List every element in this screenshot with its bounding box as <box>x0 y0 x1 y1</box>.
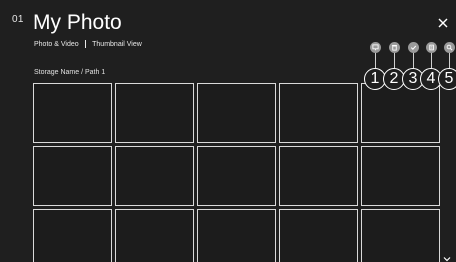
callout-5: 5 <box>438 68 456 90</box>
thumbnail[interactable] <box>115 83 194 143</box>
my-photo-screen: 01 My Photo Photo & Video Thumbnail View… <box>0 0 456 262</box>
thumbnail[interactable] <box>197 209 276 262</box>
scroll-down-button[interactable] <box>442 250 452 262</box>
sub-nav: Photo & Video Thumbnail View <box>34 40 142 48</box>
view-label[interactable]: Thumbnail View <box>92 41 142 48</box>
thumbnail[interactable] <box>279 209 358 262</box>
thumbnail[interactable] <box>197 146 276 206</box>
copy-icon <box>429 44 434 51</box>
thumbnail[interactable] <box>197 83 276 143</box>
separator <box>84 40 87 48</box>
step-number: 01 <box>12 14 24 25</box>
storage-path: Storage Name / Path 1 <box>34 69 106 76</box>
delete-button[interactable] <box>389 42 400 53</box>
thumbnail[interactable] <box>33 146 112 206</box>
thumbnail-grid <box>33 83 440 262</box>
close-button[interactable] <box>436 16 450 30</box>
thumbnail[interactable] <box>33 209 112 262</box>
thumbnail[interactable] <box>361 83 440 143</box>
callout-leader <box>375 53 376 68</box>
check-icon <box>410 45 417 51</box>
chevron-down-icon <box>443 257 451 262</box>
thumbnail[interactable] <box>361 209 440 262</box>
thumbnail[interactable] <box>115 146 194 206</box>
filter-label[interactable]: Photo & Video <box>34 41 79 48</box>
thumbnail[interactable] <box>279 146 358 206</box>
display-button[interactable] <box>370 42 381 53</box>
thumbnail[interactable] <box>115 209 194 262</box>
display-icon <box>372 44 379 51</box>
callout-leader <box>394 53 395 68</box>
callout-leader <box>431 53 432 68</box>
thumbnail[interactable] <box>33 83 112 143</box>
select-button[interactable] <box>408 42 419 53</box>
close-icon <box>438 18 448 28</box>
page-title: My Photo <box>33 11 122 34</box>
thumbnail[interactable] <box>361 146 440 206</box>
search-button[interactable] <box>444 42 455 53</box>
callout-leader <box>413 53 414 68</box>
delete-icon <box>392 44 397 51</box>
thumbnail[interactable] <box>279 83 358 143</box>
callout-leader <box>449 53 450 68</box>
copy-button[interactable] <box>426 42 437 53</box>
search-icon <box>446 44 453 51</box>
